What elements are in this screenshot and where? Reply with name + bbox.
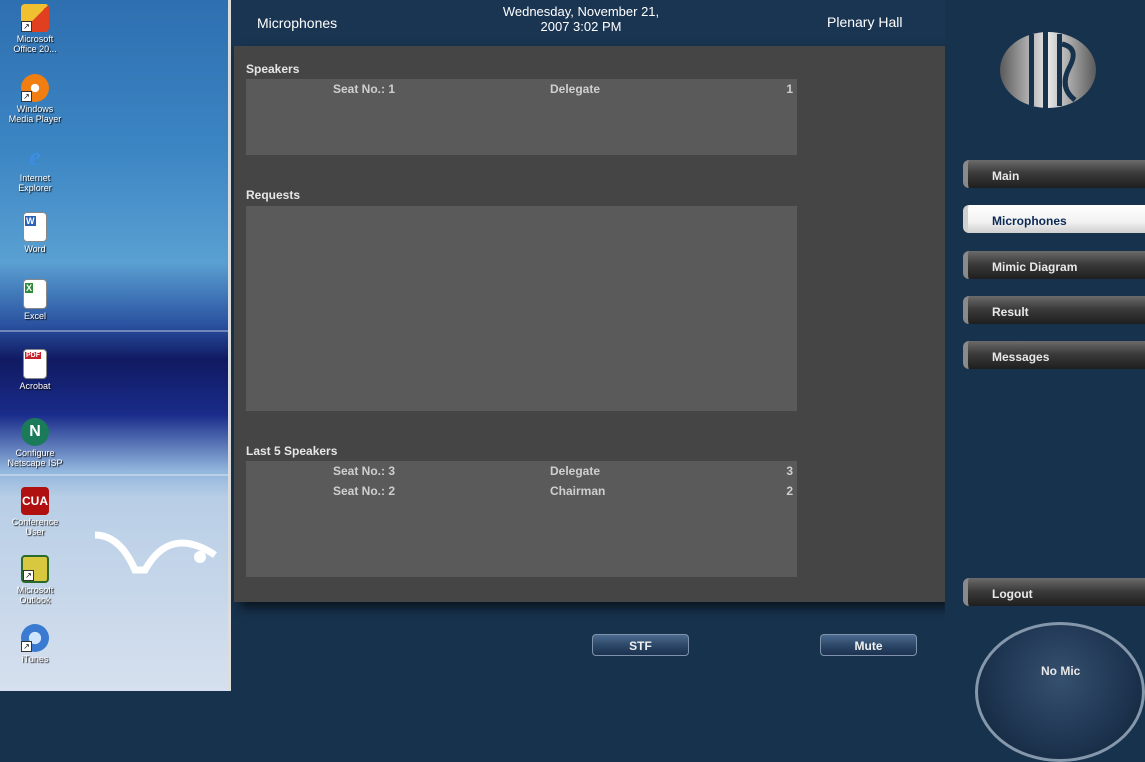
- date-time: Wednesday, November 21, 2007 3:02 PM: [502, 4, 660, 34]
- hall-name: Plenary Hall: [827, 14, 903, 30]
- conference-app-window: Microphones Wednesday, November 21, 2007…: [231, 0, 1145, 762]
- navigation-panel: Main Microphones Mimic Diagram Result Me…: [945, 0, 1145, 762]
- desktop-icon-label: Acrobat: [19, 381, 51, 391]
- no-mic-button[interactable]: [975, 622, 1145, 762]
- desktop-icon-excel[interactable]: X Excel: [0, 279, 70, 321]
- desktop-icon-label: Excel: [23, 311, 46, 321]
- desktop-icon-label: Conference User: [11, 517, 59, 537]
- last-speakers-label: Last 5 Speakers: [246, 444, 338, 458]
- itunes-icon: ↗: [21, 624, 49, 652]
- desktop-icon-outlook[interactable]: ↗ Microsoft Outlook: [0, 555, 70, 605]
- row-number: 3: [786, 464, 793, 478]
- desktop-icon-internet-explorer[interactable]: e Internet Explorer: [0, 142, 70, 194]
- stf-button[interactable]: STF: [592, 634, 689, 656]
- microphones-panel: Speakers Seat No.: 1 Delegate 1 Requests…: [234, 46, 945, 602]
- last-speakers-list[interactable]: Seat No.: 3 Delegate 3 Seat No.: 2 Chair…: [246, 461, 797, 577]
- acrobat-icon: PDF: [23, 349, 47, 379]
- desktop-icon-itunes[interactable]: ↗ iTunes: [0, 624, 70, 664]
- desktop-icon-label: Windows Media Player: [8, 104, 62, 124]
- desktop-icon-netscape[interactable]: N Configure Netscape ISP: [0, 418, 70, 468]
- outlook-icon: ↗: [21, 555, 49, 583]
- word-icon: W: [23, 212, 47, 242]
- desktop-icon-label: Word: [24, 244, 46, 254]
- seat-number: Seat No.: 1: [333, 82, 396, 96]
- media-player-icon: ↗: [21, 74, 49, 102]
- row-number: 2: [786, 484, 793, 498]
- seat-role: Delegate: [550, 464, 601, 478]
- ie-icon: e: [29, 142, 41, 171]
- seat-role: Chairman: [550, 484, 606, 498]
- last-speaker-row[interactable]: Seat No.: 3 Delegate 3: [246, 461, 797, 481]
- desktop-icon-label: Microsoft Office 20...: [13, 34, 57, 54]
- requests-label: Requests: [246, 188, 301, 202]
- seat-role: Delegate: [550, 82, 601, 96]
- office-icon: ↗: [21, 4, 49, 32]
- no-mic-label: No Mic: [1041, 664, 1081, 678]
- page-title: Microphones: [257, 15, 338, 31]
- row-number: 1: [786, 82, 793, 96]
- nav-mimic-diagram[interactable]: Mimic Diagram: [963, 251, 1145, 279]
- requests-list[interactable]: [246, 206, 797, 411]
- wallpaper-wave: [94, 531, 217, 574]
- nav-messages[interactable]: Messages: [963, 341, 1145, 369]
- cua-icon: CUA: [21, 487, 49, 515]
- desktop-icon-label: Configure Netscape ISP: [7, 448, 63, 468]
- logout-button[interactable]: Logout: [963, 578, 1145, 606]
- desktop-icon-acrobat[interactable]: PDF Acrobat: [0, 349, 70, 391]
- desktop-icon-label: Internet Explorer: [18, 173, 52, 193]
- netscape-icon: N: [21, 418, 49, 446]
- dis-logo-icon: [1000, 32, 1096, 108]
- shortcut-arrow-icon: ↗: [23, 570, 34, 581]
- desktop-icon-word[interactable]: W Word: [0, 212, 70, 254]
- acrobat-badge: PDF: [25, 352, 41, 359]
- desktop-icon-label: Microsoft Outlook: [16, 585, 54, 605]
- desktop-band: [0, 474, 231, 476]
- windows-desktop: ↗ Microsoft Office 20... ↗ Windows Media…: [0, 0, 231, 691]
- cua-text: CUA: [22, 494, 48, 508]
- nav-microphones[interactable]: Microphones: [963, 205, 1145, 233]
- shortcut-arrow-icon: ↗: [21, 21, 32, 32]
- speakers-list[interactable]: Seat No.: 1 Delegate 1: [246, 79, 797, 155]
- desktop-icon-office[interactable]: ↗ Microsoft Office 20...: [0, 4, 70, 54]
- nav-main[interactable]: Main: [963, 160, 1145, 188]
- desktop-icon-media-player[interactable]: ↗ Windows Media Player: [0, 74, 70, 124]
- desktop-icon-label: iTunes: [21, 654, 49, 664]
- desktop-icon-conference-user[interactable]: CUA Conference User: [0, 487, 70, 537]
- mute-button[interactable]: Mute: [820, 634, 917, 656]
- shortcut-arrow-icon: ↗: [21, 91, 32, 102]
- nav-result[interactable]: Result: [963, 296, 1145, 324]
- seat-number: Seat No.: 2: [333, 484, 396, 498]
- shortcut-arrow-icon: ↗: [21, 641, 32, 652]
- header-bar: Microphones Wednesday, November 21, 2007…: [231, 0, 945, 46]
- seat-number: Seat No.: 3: [333, 464, 396, 478]
- speaker-row[interactable]: Seat No.: 1 Delegate 1: [246, 79, 797, 99]
- speakers-label: Speakers: [246, 62, 300, 76]
- desktop-band: [0, 330, 231, 332]
- netscape-letter: N: [29, 423, 41, 440]
- excel-icon: X: [23, 279, 47, 309]
- last-speaker-row[interactable]: Seat No.: 2 Chairman 2: [246, 481, 797, 501]
